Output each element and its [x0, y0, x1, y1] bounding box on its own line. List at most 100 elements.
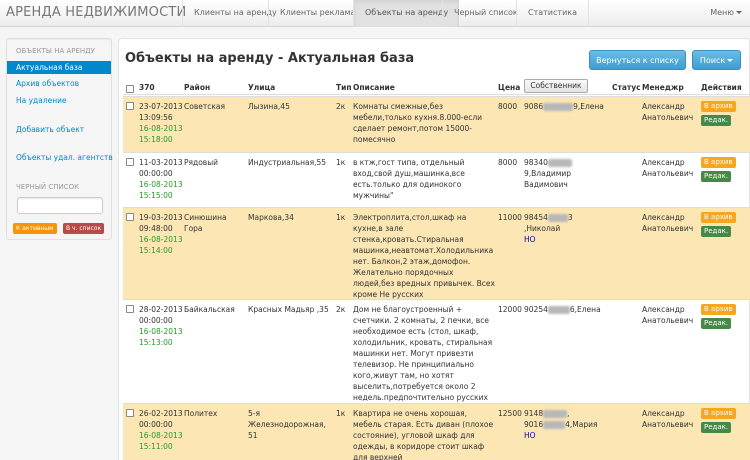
menu-dropdown[interactable]: Меню [710, 0, 742, 27]
sidebar-item-actual-base[interactable]: Актуальная база [7, 61, 111, 74]
owner-phone-start: 98340 [524, 158, 548, 167]
price-cell: 8000 [498, 158, 518, 167]
archive-button[interactable]: В архив [701, 157, 736, 168]
date-cell: 28-02-2013 00:00:00 16-08-2013 15:13:00 [139, 304, 185, 348]
sidebar-item-archive[interactable]: Архив объектов [16, 79, 79, 88]
header-street: Улица [248, 83, 276, 92]
district-cell: Синюшина Гора [184, 213, 227, 233]
updated-time: 15:15:00 [139, 191, 173, 200]
owner-note: НО [524, 235, 536, 244]
street-cell: Лызина,45 [248, 102, 290, 111]
nav-statistics[interactable]: Статистика [516, 0, 589, 27]
table-row: 26-02-2013 00:00:00 16-08-2013 15:11:00 … [123, 403, 750, 460]
description-cell: Квартира не очень хорошая, мебель старая… [353, 409, 494, 460]
manager-cell: Александр Анатольевич [642, 305, 694, 325]
owner-name: 9,Елена [573, 102, 604, 111]
row-checkbox[interactable] [126, 305, 134, 313]
owner-phone2-start: 9016 [524, 420, 544, 429]
type-cell: 2к [336, 102, 346, 111]
row-checkbox[interactable] [126, 409, 134, 417]
sidebar-item-add-object[interactable]: Добавить объект [16, 125, 84, 134]
search-dropdown-button[interactable]: Поиск [692, 50, 741, 70]
page-title: Объекты на аренду - Актуальная база [125, 51, 415, 66]
price-cell: 12500 [498, 409, 522, 418]
row-checkbox[interactable] [126, 158, 134, 166]
owner-cell: 90254 6,Елена [524, 304, 610, 315]
description-cell: Комнаты смежные,без мебели,только кухня.… [353, 102, 483, 144]
type-cell: 2к [336, 305, 346, 314]
owner-phone-start: 98454 [524, 213, 548, 222]
type-cell: 1к [336, 409, 346, 418]
type-cell: 1к [336, 158, 346, 167]
updated-time: 15:13:00 [139, 338, 173, 347]
sidebar-header: ОБЪЕКТЫ НА АРЕНДУ [16, 47, 95, 55]
description-cell: Электроплита,стол,шкаф на кухне,в зале с… [353, 213, 495, 299]
redacted-phone [543, 103, 574, 111]
date-cell: 11-03-2013 00:00:00 16-08-2013 15:15:00 [139, 157, 185, 201]
manager-cell: Александр Анатольевич [642, 158, 694, 178]
table-row: 11-03-2013 00:00:00 16-08-2013 15:15:00 … [123, 152, 750, 207]
header-actions: Действия [701, 83, 742, 92]
chevron-down-icon [736, 11, 742, 14]
created-date: 19-03-2013 [139, 213, 183, 222]
street-cell: Маркова,34 [248, 213, 294, 222]
redacted-phone [543, 421, 566, 429]
owner-phone-start: 9086 [524, 102, 544, 111]
district-cell: Политех [184, 409, 218, 418]
archive-button[interactable]: В архив [701, 101, 736, 112]
manager-cell: Александр Анатольевич [642, 409, 694, 429]
nav-clients-ads[interactable]: Клиенты реклама [268, 0, 366, 27]
street-cell: 5-я Железнодорожная, 51 [248, 409, 326, 440]
blacklist-search-input[interactable] [17, 197, 103, 214]
street-cell: Красных Мадьяр ,35 [248, 305, 329, 314]
created-time: 13:09:56 [139, 113, 173, 122]
edit-button[interactable]: Редак. [701, 422, 732, 433]
chevron-down-icon [727, 59, 734, 62]
date-cell: 23-07-2013 13:09:56 16-08-2013 15:18:00 [139, 101, 185, 145]
owner-cell: 98454 3 ,Николай НО [524, 212, 610, 245]
sidebar-item-deleted-agencies[interactable]: Объекты удал. агентств [16, 153, 113, 162]
header-count: 370 [139, 83, 155, 92]
brand-logo[interactable]: АРЕНДА НЕДВИЖИМОСТИ [6, 5, 186, 20]
to-blacklist-button[interactable]: В ч. список [63, 223, 105, 234]
row-checkbox[interactable] [126, 102, 134, 110]
updated-date: 16-08-2013 [139, 180, 183, 189]
owner-name: 6,Елена [569, 305, 601, 314]
owner-cell: 98340 9,Владимир Вадимович [524, 157, 610, 190]
redacted-phone [543, 410, 568, 418]
top-navbar: АРЕНДА НЕДВИЖИМОСТИ Клиенты на аренду Кл… [0, 0, 750, 27]
redacted-phone [547, 214, 568, 222]
created-date: 11-03-2013 [139, 158, 183, 167]
header-type: Тип [336, 83, 352, 92]
description-cell: Дом не благоустроенный + счетчики. 2 ком… [353, 305, 493, 402]
table-row: 19-03-2013 09:48:00 16-08-2013 15:14:00 … [123, 207, 750, 299]
edit-button[interactable]: Редак. [701, 226, 732, 237]
owner-sort-button[interactable]: Собственник [524, 79, 588, 93]
archive-button[interactable]: В архив [701, 408, 736, 419]
row-checkbox[interactable] [126, 213, 134, 221]
select-all-checkbox[interactable] [126, 85, 134, 93]
created-time: 00:00:00 [139, 169, 173, 178]
archive-button[interactable]: В архив [701, 304, 736, 315]
edit-button[interactable]: Редак. [701, 318, 732, 329]
sidebar-item-deletion[interactable]: На удаление [16, 96, 67, 105]
owner-phone-start: 90254 [524, 305, 548, 314]
edit-button[interactable]: Редак. [701, 115, 732, 126]
redacted-phone [547, 306, 570, 314]
redacted-phone [547, 159, 572, 167]
owner-punct: , [567, 409, 570, 418]
district-cell: Рядовый [184, 158, 219, 167]
edit-button[interactable]: Редак. [701, 171, 732, 182]
manager-cell: Александр Анатольевич [642, 213, 694, 233]
description-cell: в ктж,гост типа, отдельный вход,свой душ… [353, 158, 465, 200]
back-to-list-button[interactable]: Вернуться к списку [589, 50, 686, 70]
menu-label: Меню [710, 8, 734, 17]
archive-button[interactable]: В архив [701, 212, 736, 223]
owner-note: НО [524, 431, 536, 440]
to-active-button[interactable]: К активным [13, 223, 57, 234]
updated-date: 16-08-2013 [139, 235, 183, 244]
date-cell: 26-02-2013 00:00:00 16-08-2013 15:11:00 [139, 408, 185, 452]
owner-cell: 9148, 9016 4,Мария НО [524, 408, 610, 441]
header-description: Описание [353, 83, 395, 92]
header-price: Цена [498, 83, 521, 92]
